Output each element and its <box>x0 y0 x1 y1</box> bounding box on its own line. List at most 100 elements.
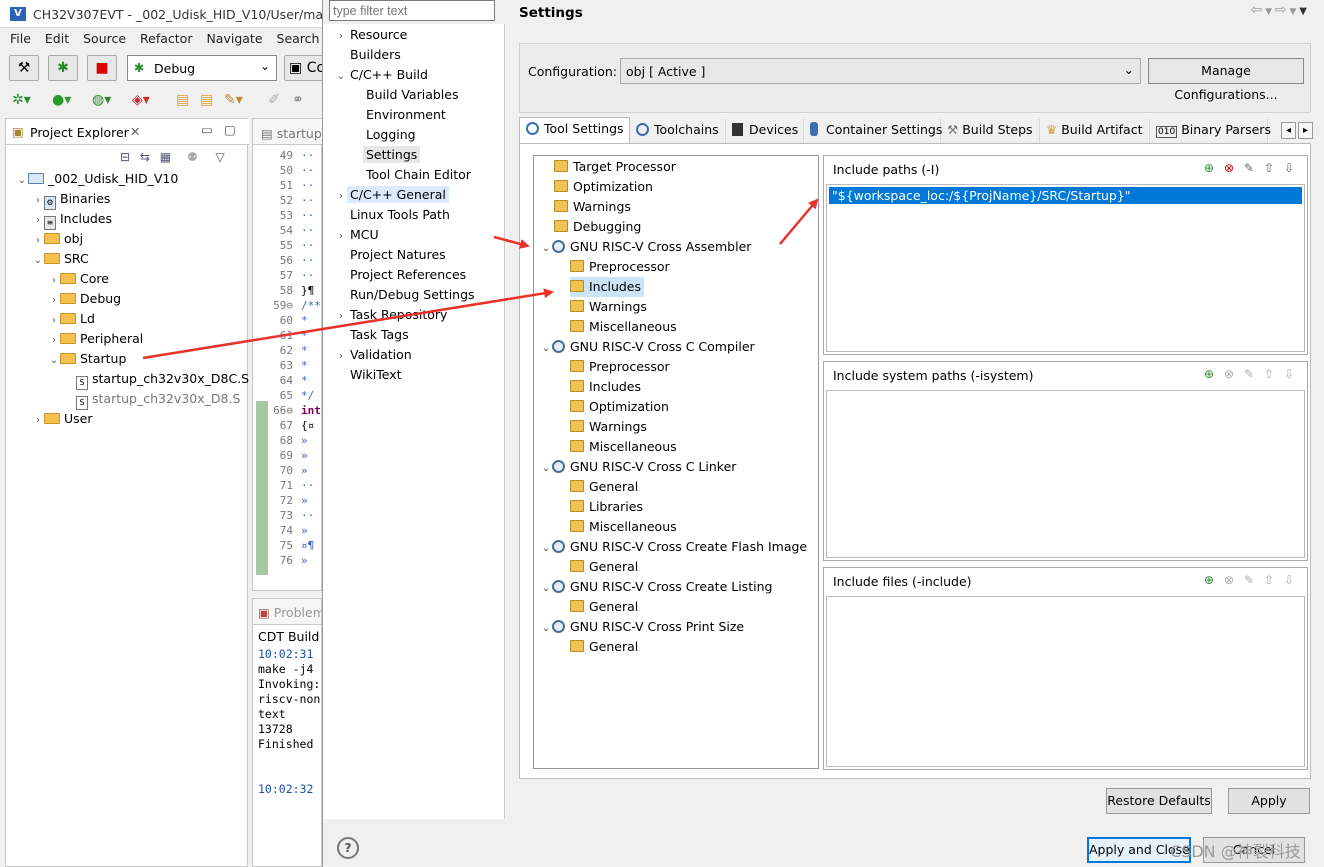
restore-defaults-button[interactable]: Restore Defaults <box>1106 788 1212 814</box>
tree-item-obj[interactable]: › obj <box>32 229 83 249</box>
code-line[interactable]: ·· <box>301 149 314 162</box>
close-icon[interactable]: ✕ <box>130 124 140 139</box>
add-icon[interactable]: ⊕ <box>1201 573 1217 587</box>
expand-chevron-icon[interactable]: ⌄ <box>540 579 552 599</box>
code-line[interactable]: {¤ <box>301 419 314 432</box>
forward-menu-icon[interactable]: ▼ <box>1287 7 1300 17</box>
problems-tab[interactable]: ▣ Problems <box>253 599 321 625</box>
edit-icon[interactable]: ✎ <box>1241 161 1257 175</box>
expand-chevron-icon[interactable]: ⌄ <box>32 251 44 271</box>
menu-refactor[interactable]: Refactor <box>140 31 192 46</box>
collapse-all-icon[interactable]: ⊟ <box>120 150 130 164</box>
collapse-chevron-icon[interactable]: › <box>48 271 60 291</box>
collapse-chevron-icon[interactable]: › <box>335 347 347 367</box>
nav-item-validation[interactable]: › Validation <box>335 345 415 365</box>
nav-item-tool-chain-editor[interactable]: Tool Chain Editor <box>351 165 474 185</box>
tab-toolchains[interactable]: Toolchains <box>630 119 726 143</box>
code-line[interactable]: ·· <box>301 164 314 177</box>
view-menu-icon[interactable]: ▼ <box>1299 6 1307 17</box>
apply-button[interactable]: Apply <box>1228 788 1310 814</box>
wrench-icon[interactable]: ✎▾ <box>224 92 243 108</box>
nav-item-c-c-general[interactable]: › C/C++ General <box>335 185 449 205</box>
nav-item-task-tags[interactable]: Task Tags <box>335 325 412 345</box>
link-icon[interactable]: ⚭ <box>292 92 304 108</box>
move-up-icon[interactable]: ⇧ <box>1261 161 1277 175</box>
back-arrow-icon[interactable]: ⇦ <box>1251 2 1263 18</box>
code-line[interactable]: ·· <box>301 179 314 192</box>
tab-build-artifact[interactable]: ♛ Build Artifact <box>1040 119 1150 143</box>
tree-item-002-udisk-hid-v10[interactable]: ⌄ _002_Udisk_HID_V10 <box>16 169 179 189</box>
tool-item-general[interactable]: General <box>570 597 638 617</box>
tool-item-target-processor[interactable]: Target Processor <box>554 157 676 177</box>
menu-source[interactable]: Source <box>83 31 126 46</box>
tab-tool-settings[interactable]: Tool Settings <box>519 117 630 144</box>
menu-navigate[interactable]: Navigate <box>206 31 262 46</box>
open-file-icon[interactable]: ▤ <box>200 92 213 108</box>
tool-item-libraries[interactable]: Libraries <box>570 497 643 517</box>
nav-item-resource[interactable]: › Resource <box>335 25 410 45</box>
tool-item-gnu-risc-v-cross-create-listing[interactable]: ⌄ GNU RISC-V Cross Create Listing <box>540 577 773 599</box>
debug-run-icon[interactable]: ✲▾ <box>12 92 31 108</box>
tree-item-peripheral[interactable]: › Peripheral <box>48 329 143 349</box>
expand-chevron-icon[interactable]: ⌄ <box>540 339 552 359</box>
tab-devices[interactable]: Devices <box>726 119 804 143</box>
debug-config-select[interactable]: ✱ Debug ⌄ <box>127 55 277 81</box>
forward-arrow-icon[interactable]: ⇨ <box>1275 2 1287 18</box>
move-up-icon[interactable]: ⇧ <box>1261 573 1277 587</box>
delete-icon[interactable]: ⊗ <box>1221 161 1237 175</box>
project-explorer-tab[interactable]: ▣ Project Explorer ✕ ▭ ▢ <box>6 119 249 145</box>
code-line[interactable]: ·· <box>301 254 314 267</box>
code-line[interactable]: ·· <box>301 209 314 222</box>
view-menu-icon[interactable]: ▽ <box>216 150 225 164</box>
code-line[interactable]: » <box>301 464 308 477</box>
launch-config-combo[interactable]: ▣ Co <box>284 55 324 81</box>
delete-icon[interactable]: ⊗ <box>1221 573 1237 587</box>
help-icon[interactable]: ? <box>337 837 359 859</box>
tab-binary-parsers[interactable]: 010 Binary Parsers <box>1150 119 1271 143</box>
expand-chevron-icon[interactable]: ⌄ <box>540 539 552 559</box>
configuration-select[interactable]: obj [ Active ] ⌄ <box>620 58 1141 84</box>
collapse-chevron-icon[interactable]: › <box>32 411 44 431</box>
filter-icon[interactable]: ▦ <box>160 150 171 164</box>
expand-chevron-icon[interactable]: ⌄ <box>335 67 347 87</box>
open-folder-icon[interactable]: ▤ <box>176 92 189 108</box>
collapse-chevron-icon[interactable]: › <box>48 291 60 311</box>
code-line[interactable]: ·· <box>301 239 314 252</box>
tool-item-preprocessor[interactable]: Preprocessor <box>570 257 670 277</box>
nav-item-run-debug-settings[interactable]: Run/Debug Settings <box>335 285 478 305</box>
menu-edit[interactable]: Edit <box>45 31 69 46</box>
move-down-icon[interactable]: ⇩ <box>1281 573 1297 587</box>
code-line[interactable]: */ <box>301 389 314 402</box>
code-line[interactable]: ¤¶ <box>301 539 314 552</box>
code-line[interactable]: » <box>301 554 308 567</box>
code-line[interactable]: ·· <box>301 479 314 492</box>
code-line[interactable]: * <box>301 329 308 342</box>
tree-item-debug[interactable]: › Debug <box>48 289 121 309</box>
nav-item-project-references[interactable]: Project References <box>335 265 469 285</box>
code-line[interactable]: int <box>301 404 321 417</box>
nav-item-logging[interactable]: Logging <box>351 125 419 145</box>
tool-item-gnu-risc-v-cross-c-linker[interactable]: ⌄ GNU RISC-V Cross C Linker <box>540 457 737 479</box>
expand-chevron-icon[interactable]: ⌄ <box>540 619 552 639</box>
external-tools-icon[interactable]: ◍▾ <box>92 92 111 108</box>
code-line[interactable]: * <box>301 314 308 327</box>
code-line[interactable]: }¶ <box>301 284 314 297</box>
tool-item-optimization[interactable]: Optimization <box>554 177 653 197</box>
minimize-icon[interactable]: ▭ <box>201 122 213 137</box>
collapse-chevron-icon[interactable]: › <box>335 227 347 247</box>
editor-tab[interactable]: ▤ startup_ <box>253 119 323 145</box>
coverage-icon[interactable]: ◈▾ <box>132 92 150 108</box>
tree-item-startup[interactable]: ⌄ Startup <box>48 349 127 371</box>
tree-item-core[interactable]: › Core <box>48 269 109 289</box>
tool-item-gnu-risc-v-cross-c-compiler[interactable]: ⌄ GNU RISC-V Cross C Compiler <box>540 337 755 357</box>
code-line[interactable]: * <box>301 374 308 387</box>
collapse-chevron-icon[interactable]: › <box>335 187 347 207</box>
expand-chevron-icon[interactable]: ⌄ <box>540 459 552 479</box>
code-line[interactable]: * <box>301 359 308 372</box>
code-line[interactable]: ·· <box>301 224 314 237</box>
collapse-chevron-icon[interactable]: › <box>335 27 347 47</box>
expand-chevron-icon[interactable]: ⌄ <box>48 351 60 371</box>
debug-bug-icon[interactable]: ✱ <box>48 55 78 81</box>
nav-item-environment[interactable]: Environment <box>351 105 449 125</box>
tool-item-warnings[interactable]: Warnings <box>570 417 647 437</box>
